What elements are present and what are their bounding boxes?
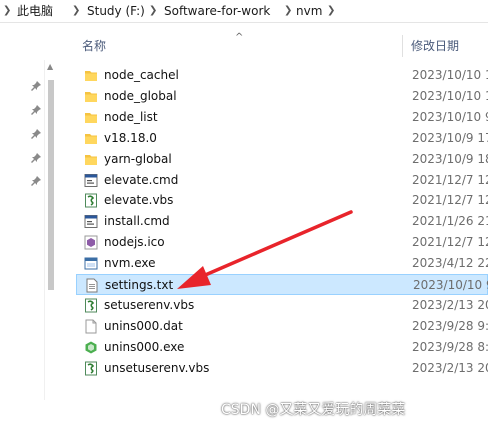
file-row[interactable]: nvm.exe 2023/4/12 22 (76, 253, 488, 274)
folder-icon (84, 152, 98, 167)
file-row[interactable]: nodejs.ico 2021/12/7 12 (76, 232, 488, 253)
chevron-right-icon[interactable]: ❯ (72, 0, 80, 22)
file-name: nvm.exe (104, 256, 156, 271)
file-modified-date: 2023/10/10 1 (412, 88, 488, 103)
breadcrumb-study-drive[interactable]: Study (F:) (87, 0, 145, 22)
scroll-up-icon[interactable]: ▲ (47, 62, 53, 71)
pin-icon[interactable] (30, 175, 42, 187)
folder-icon (84, 68, 98, 83)
cmd-file-icon (84, 173, 98, 188)
pin-icon[interactable] (30, 104, 42, 116)
vbs-script-icon (84, 193, 98, 208)
exe-app-icon (84, 256, 98, 271)
file-modified-date: 2023/4/12 22 (412, 256, 488, 271)
file-name: v18.18.0 (104, 130, 157, 145)
file-name: node_global (104, 88, 177, 103)
nav-scrollbar[interactable]: ▲ (44, 60, 57, 400)
file-row[interactable]: node_global 2023/10/10 1 (76, 86, 488, 107)
file-modified-date: 2021/12/7 12 (412, 235, 488, 250)
file-modified-date: 2021/1/26 21 (412, 214, 488, 229)
breadcrumb-nvm[interactable]: nvm (296, 0, 322, 22)
file-row[interactable]: node_cachel 2023/10/10 1 (76, 65, 488, 86)
text-file-icon (85, 278, 99, 293)
file-modified-date: 2023/10/9 18 (412, 151, 488, 166)
vbs-script-icon (84, 361, 98, 376)
pin-icon[interactable] (30, 152, 42, 164)
column-header-date[interactable]: 修改日期 (411, 37, 459, 54)
cmd-file-icon (84, 214, 98, 229)
file-row[interactable]: setuserenv.vbs 2023/2/13 20 (76, 295, 488, 316)
sort-ascending-icon: ^ (235, 32, 244, 43)
file-modified-date: 2023/10/10 9 (413, 278, 488, 292)
file-modified-date: 2023/2/13 20 (412, 297, 488, 312)
scrollbar-thumb[interactable] (48, 80, 54, 290)
column-divider[interactable] (402, 35, 403, 57)
file-list-pane: ^ 名称 修改日期 node_cachel 2023/10/10 1 node_gl… (62, 23, 488, 427)
pin-icon[interactable] (30, 80, 42, 92)
file-name: install.cmd (104, 214, 170, 229)
folder-icon (84, 110, 98, 125)
file-row[interactable]: node_list 2023/10/10 9 (76, 107, 488, 128)
file-name: elevate.cmd (104, 172, 179, 187)
dat-file-icon (84, 319, 98, 334)
file-name: nodejs.ico (104, 235, 165, 250)
file-row[interactable]: unins000.exe 2023/9/28 8: (76, 337, 488, 358)
breadcrumb-this-pc[interactable]: 此电脑 (17, 0, 53, 22)
file-row-selected[interactable]: settings.txt 2023/10/10 9 (76, 274, 488, 295)
folder-icon (84, 89, 98, 104)
file-modified-date: 2023/10/10 9 (412, 109, 488, 124)
file-name: unsetuserenv.vbs (104, 360, 210, 375)
file-row[interactable]: elevate.vbs 2021/12/7 12 (76, 190, 488, 211)
ico-file-icon (84, 235, 98, 250)
file-modified-date: 2021/12/7 12 (412, 172, 488, 187)
file-name: settings.txt (105, 278, 174, 292)
file-modified-date: 2023/9/28 8: (412, 339, 488, 354)
file-modified-date: 2023/9/28 9: (412, 318, 488, 333)
file-name: elevate.vbs (104, 193, 174, 208)
file-row[interactable]: unsetuserenv.vbs 2023/2/13 20 (76, 358, 488, 379)
chevron-right-icon[interactable]: ❯ (327, 0, 335, 22)
file-row[interactable]: elevate.cmd 2021/12/7 12 (76, 170, 488, 191)
file-row[interactable]: yarn-global 2023/10/9 18 (76, 149, 488, 170)
chevron-right-icon[interactable]: ❯ (284, 0, 292, 22)
file-modified-date: 2023/2/13 20 (412, 360, 488, 375)
file-name: node_cachel (104, 68, 179, 82)
column-header-name[interactable]: 名称 (82, 37, 106, 54)
installer-exe-icon (84, 340, 98, 355)
file-name: yarn-global (104, 151, 172, 166)
file-name: node_list (104, 109, 158, 124)
vbs-script-icon (84, 298, 98, 313)
breadcrumb-software-for-work[interactable]: Software-for-work (164, 0, 270, 22)
file-name: setuserenv.vbs (104, 297, 195, 312)
file-row[interactable]: install.cmd 2021/1/26 21 (76, 211, 488, 232)
address-bar[interactable]: ❯ 此电脑 ❯ Study (F:) ❯ Software-for-work ❯… (0, 0, 488, 23)
chevron-right-icon[interactable]: ❯ (3, 0, 11, 22)
file-modified-date: 2023/10/9 17 (412, 130, 488, 145)
pin-icon[interactable] (30, 128, 42, 140)
watermark-text: CSDN @又菜又爱玩的周菜菜 (221, 402, 406, 418)
file-row[interactable]: unins000.dat 2023/9/28 9: (76, 316, 488, 337)
file-modified-date: 2021/12/7 12 (412, 193, 488, 208)
folder-icon (84, 131, 98, 146)
navigation-pane: ▲ (0, 23, 62, 427)
file-name: unins000.exe (104, 339, 185, 354)
file-row[interactable]: v18.18.0 2023/10/9 17 (76, 128, 488, 149)
file-name: unins000.dat (104, 318, 183, 333)
file-modified-date: 2023/10/10 1 (412, 68, 488, 82)
chevron-right-icon[interactable]: ❯ (149, 0, 157, 22)
